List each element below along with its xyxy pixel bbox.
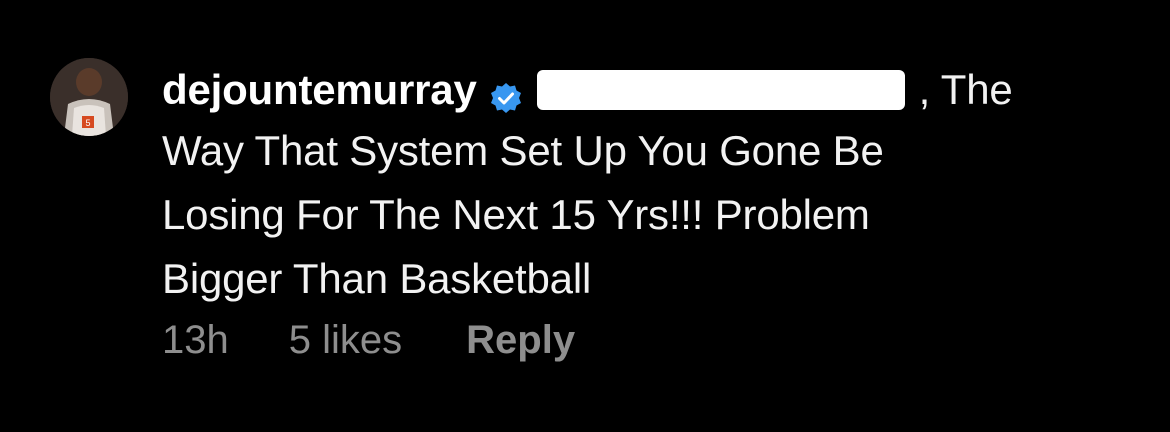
username[interactable]: dejountemurray bbox=[162, 61, 477, 119]
comment-first-line: dejountemurray , The bbox=[162, 58, 1142, 122]
comment-text-start: , The bbox=[918, 66, 1013, 113]
likes-count[interactable]: 5 likes bbox=[289, 318, 402, 363]
avatar-image: 5 bbox=[50, 58, 128, 136]
comment-body: dejountemurray , The Way That System Set… bbox=[162, 58, 1142, 314]
timestamp: 13h bbox=[162, 318, 229, 362]
svg-text:5: 5 bbox=[85, 118, 90, 128]
comment-meta: 13h 5 likes Reply bbox=[162, 318, 575, 363]
comment-text-line: Bigger Than Basketball bbox=[162, 255, 592, 302]
verified-badge-icon bbox=[489, 73, 523, 113]
avatar[interactable]: 5 bbox=[50, 58, 128, 136]
comment-text-line: Losing For The Next 15 Yrs!!! Problem bbox=[162, 191, 870, 238]
comment-text-line: Way That System Set Up You Gone Be bbox=[162, 127, 884, 174]
redacted-mention bbox=[536, 70, 905, 110]
comment: 5 dejountemurray , The Way That System S… bbox=[0, 0, 1170, 432]
reply-button[interactable]: Reply bbox=[466, 318, 575, 363]
